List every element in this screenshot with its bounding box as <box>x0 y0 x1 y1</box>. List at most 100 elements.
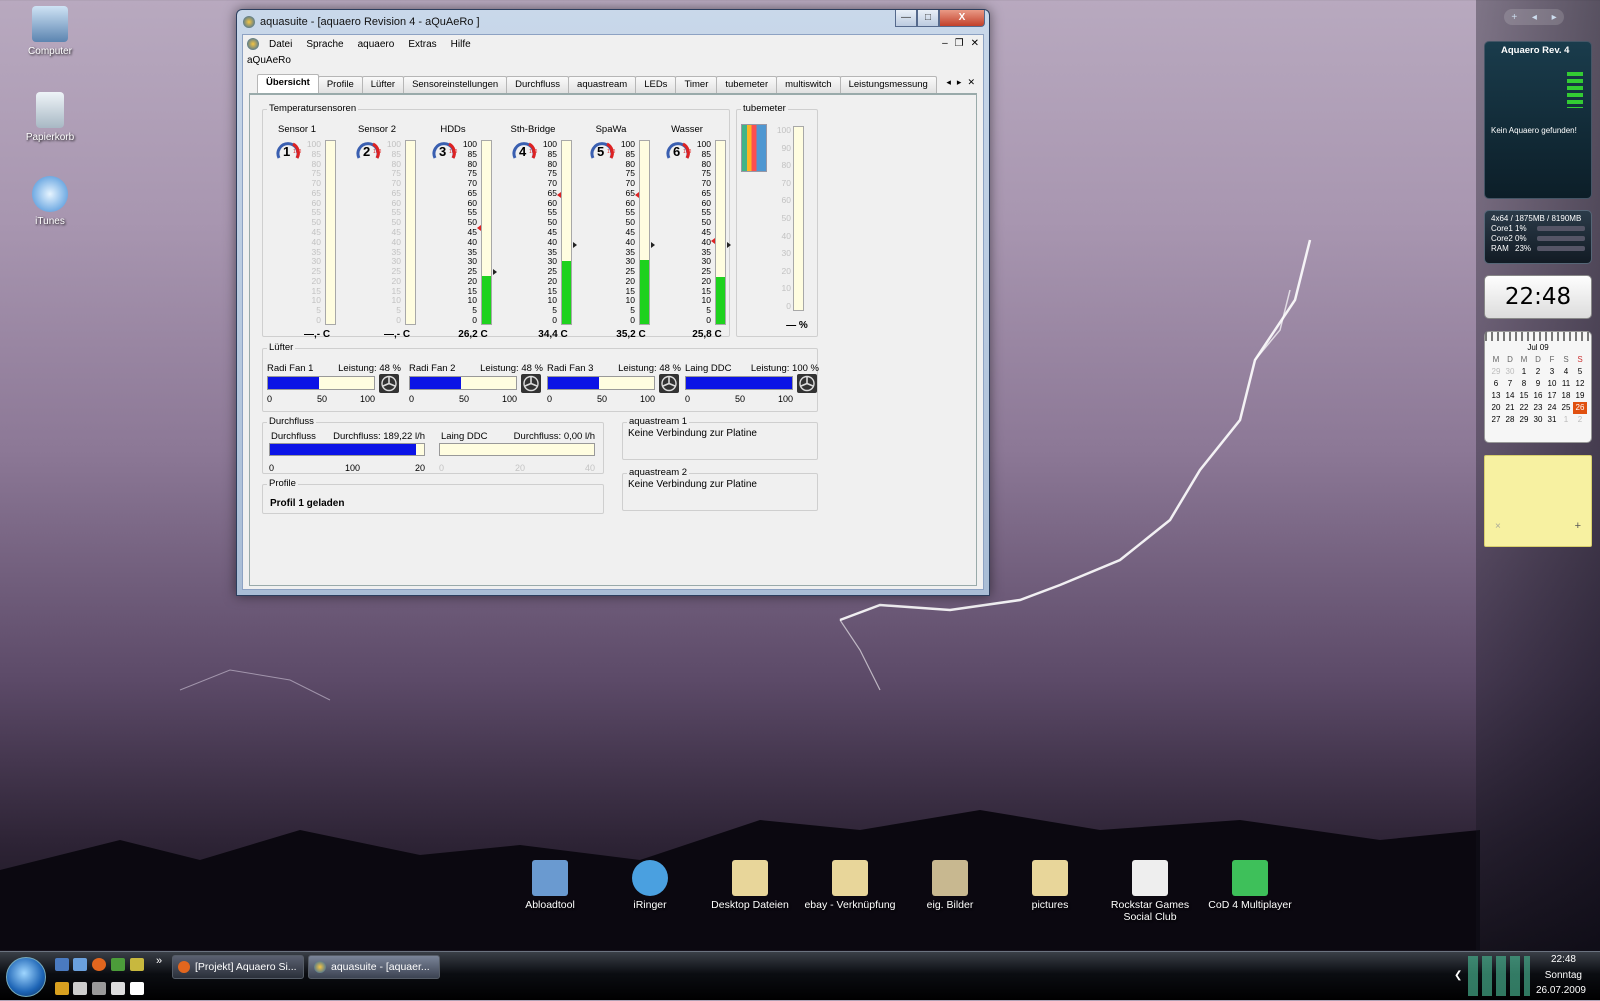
calendar-day[interactable]: 8 <box>1517 378 1531 390</box>
calendar-day[interactable]: 2 <box>1573 414 1587 426</box>
calendar-day[interactable]: 23 <box>1531 402 1545 414</box>
calendar-day[interactable]: 6 <box>1489 378 1503 390</box>
tab-9[interactable]: multiswitch <box>776 76 841 93</box>
mdi-minimize-button[interactable]: – <box>942 38 948 49</box>
quicklaunch-app-icon[interactable] <box>130 958 144 971</box>
tab-5[interactable]: aquastream <box>568 76 637 93</box>
calendar-day[interactable]: 13 <box>1489 390 1503 402</box>
desktop-icon-itunes[interactable]: iTunes <box>8 176 92 227</box>
taskbar-button-firefox[interactable]: [Projekt] Aquaero Si... <box>172 955 304 979</box>
mdi-close-button[interactable]: ✕ <box>971 38 979 49</box>
fan-bar[interactable] <box>547 376 655 390</box>
calendar-day[interactable]: 1 <box>1559 414 1573 426</box>
tab-8[interactable]: tubemeter <box>716 76 778 93</box>
tab-2[interactable]: Lüfter <box>361 76 405 93</box>
calendar-day[interactable]: 27 <box>1489 414 1503 426</box>
start-button[interactable] <box>6 957 46 997</box>
calendar-day[interactable]: 21 <box>1503 402 1517 414</box>
tab-0[interactable]: Übersicht <box>257 74 319 93</box>
flow-bar[interactable] <box>439 443 595 456</box>
calendar-day[interactable]: 1 <box>1517 366 1531 378</box>
calendar-day[interactable]: 11 <box>1559 378 1573 390</box>
firefox-icon[interactable] <box>92 958 106 971</box>
menu-sprache[interactable]: Sprache <box>306 39 343 50</box>
media-icon[interactable] <box>111 982 125 995</box>
desktop-shortcut[interactable]: iRinger <box>602 860 698 911</box>
desktop-shortcut[interactable]: Abloadtool <box>502 860 598 911</box>
tab-close-icon[interactable]: ✕ <box>967 77 975 88</box>
desktop-shortcut[interactable]: ebay - Verknüpfung <box>802 860 898 911</box>
calendar-day[interactable]: 5 <box>1573 366 1587 378</box>
notes-gadget[interactable]: × + <box>1484 455 1592 547</box>
desktop-shortcut[interactable]: Rockstar Games Social Club <box>1102 860 1198 923</box>
maximize-button[interactable]: □ <box>917 10 939 27</box>
calendar-day[interactable]: 30 <box>1531 414 1545 426</box>
window-titlebar[interactable]: aquasuite - [aquaero Revision 4 - aQuAeR… <box>237 10 989 34</box>
menu-hilfe[interactable]: Hilfe <box>451 39 471 50</box>
fan-icon[interactable] <box>521 374 541 393</box>
menu-extras[interactable]: Extras <box>408 39 436 50</box>
desktop-shortcut[interactable]: pictures <box>1002 860 1098 911</box>
tab-1[interactable]: Profile <box>317 76 363 93</box>
tab-10[interactable]: Leistungsmessung <box>839 76 937 93</box>
calendar-day[interactable]: 10 <box>1545 378 1559 390</box>
desktop-icon-computer[interactable]: Computer <box>8 6 92 57</box>
desktop-shortcut[interactable]: CoD 4 Multiplayer <box>1202 860 1298 911</box>
tray-time[interactable]: 22:48 <box>1551 954 1576 965</box>
tab-6[interactable]: LEDs <box>635 76 677 93</box>
calendar-day[interactable]: 28 <box>1503 414 1517 426</box>
calendar-day[interactable]: 4 <box>1559 366 1573 378</box>
calendar-day[interactable]: 24 <box>1545 402 1559 414</box>
steam-icon[interactable] <box>73 982 87 995</box>
calendar-gadget[interactable]: Jul 09 M D M D F S S 29 30 1 2 3 4 5 6 7 8 9 10 11 12 13 14 15 1… <box>1484 331 1592 443</box>
quicklaunch-more-icon[interactable]: » <box>156 955 162 967</box>
taskbar-button-aquasuite[interactable]: aquasuite - [aquaer... <box>308 955 440 979</box>
calendar-day[interactable]: 2 <box>1531 366 1545 378</box>
calendar-day[interactable]: 17 <box>1545 390 1559 402</box>
fan-icon[interactable] <box>379 374 399 393</box>
menu-datei[interactable]: Datei <box>269 39 292 50</box>
calendar-day[interactable]: 12 <box>1573 378 1587 390</box>
tab-3[interactable]: Sensoreinstellungen <box>403 76 508 93</box>
menu-aquaero[interactable]: aquaero <box>358 39 395 50</box>
fan-icon[interactable] <box>797 374 817 393</box>
calendar-day[interactable]: 16 <box>1531 390 1545 402</box>
aquasuite-menu-icon[interactable] <box>247 38 259 50</box>
calendar-day[interactable]: 15 <box>1517 390 1531 402</box>
gadget-icon[interactable] <box>111 958 125 971</box>
sidebar-prev-icon[interactable]: ◂ <box>1532 12 1537 23</box>
note-close-icon[interactable]: × <box>1495 521 1501 532</box>
calendar-day[interactable]: 31 <box>1545 414 1559 426</box>
tab-next-icon[interactable]: ▸ <box>957 77 962 88</box>
clock-gadget[interactable]: 22:48 <box>1484 275 1592 319</box>
document-icon[interactable] <box>92 982 106 995</box>
calendar-day[interactable]: 25 <box>1559 402 1573 414</box>
cpu-meter-gadget[interactable]: 4x64 / 1875MB / 8190MB Core1 1% Core2 0% RAM… <box>1484 210 1592 264</box>
fan-icon[interactable] <box>659 374 679 393</box>
calendar-day[interactable]: 29 <box>1517 414 1531 426</box>
fan-bar[interactable] <box>685 376 793 390</box>
calendar-day[interactable]: 22 <box>1517 402 1531 414</box>
note-add-icon[interactable]: + <box>1575 520 1581 532</box>
add-gadget-icon[interactable]: + <box>1511 12 1517 23</box>
fan-bar[interactable] <box>267 376 375 390</box>
calendar-day[interactable]: 18 <box>1559 390 1573 402</box>
tab-4[interactable]: Durchfluss <box>506 76 570 93</box>
fan-bar[interactable] <box>409 376 517 390</box>
tab-prev-icon[interactable]: ◂ <box>946 77 951 88</box>
calendar-day[interactable]: 3 <box>1545 366 1559 378</box>
close-button[interactable]: X <box>939 10 985 27</box>
desktop-shortcut[interactable]: eig. Bilder <box>902 860 998 911</box>
sidebar-next-icon[interactable]: ▸ <box>1552 12 1557 23</box>
calendar-today[interactable]: 26 <box>1573 402 1587 414</box>
aquaero-gadget[interactable]: Aquaero Rev. 4 Kein Aquaero gefunden! <box>1484 41 1592 199</box>
show-desktop-icon[interactable] <box>55 958 69 971</box>
calendar-day[interactable]: 30 <box>1503 366 1517 378</box>
calendar-day[interactable]: 9 <box>1531 378 1545 390</box>
flow-bar[interactable] <box>269 443 425 456</box>
winamp-icon[interactable] <box>55 982 69 995</box>
calendar-day[interactable]: 29 <box>1489 366 1503 378</box>
desktop-icon-recycle-bin[interactable]: Papierkorb <box>8 92 92 143</box>
file-icon[interactable] <box>130 982 144 995</box>
switch-windows-icon[interactable] <box>73 958 87 971</box>
